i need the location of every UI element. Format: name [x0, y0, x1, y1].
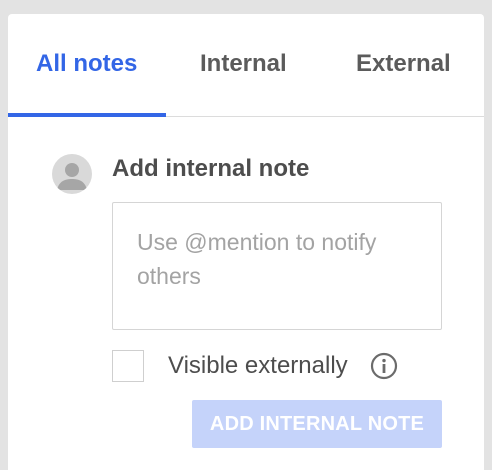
info-icon[interactable]	[370, 352, 398, 380]
user-avatar-icon	[52, 154, 92, 194]
visible-externally-label: Visible externally	[168, 352, 348, 379]
note-text-input[interactable]	[112, 202, 442, 330]
notes-tabs: All notes Internal External	[8, 14, 484, 117]
tab-internal[interactable]: Internal	[200, 50, 287, 78]
notes-panel: All notes Internal External Add internal…	[8, 14, 484, 470]
add-note-heading: Add internal note	[112, 155, 310, 182]
tab-all-notes[interactable]: All notes	[36, 50, 137, 78]
tab-external[interactable]: External	[356, 50, 451, 78]
active-tab-indicator	[8, 113, 166, 117]
visible-externally-checkbox[interactable]	[112, 350, 144, 382]
add-internal-note-button[interactable]: ADD INTERNAL NOTE	[192, 400, 442, 448]
